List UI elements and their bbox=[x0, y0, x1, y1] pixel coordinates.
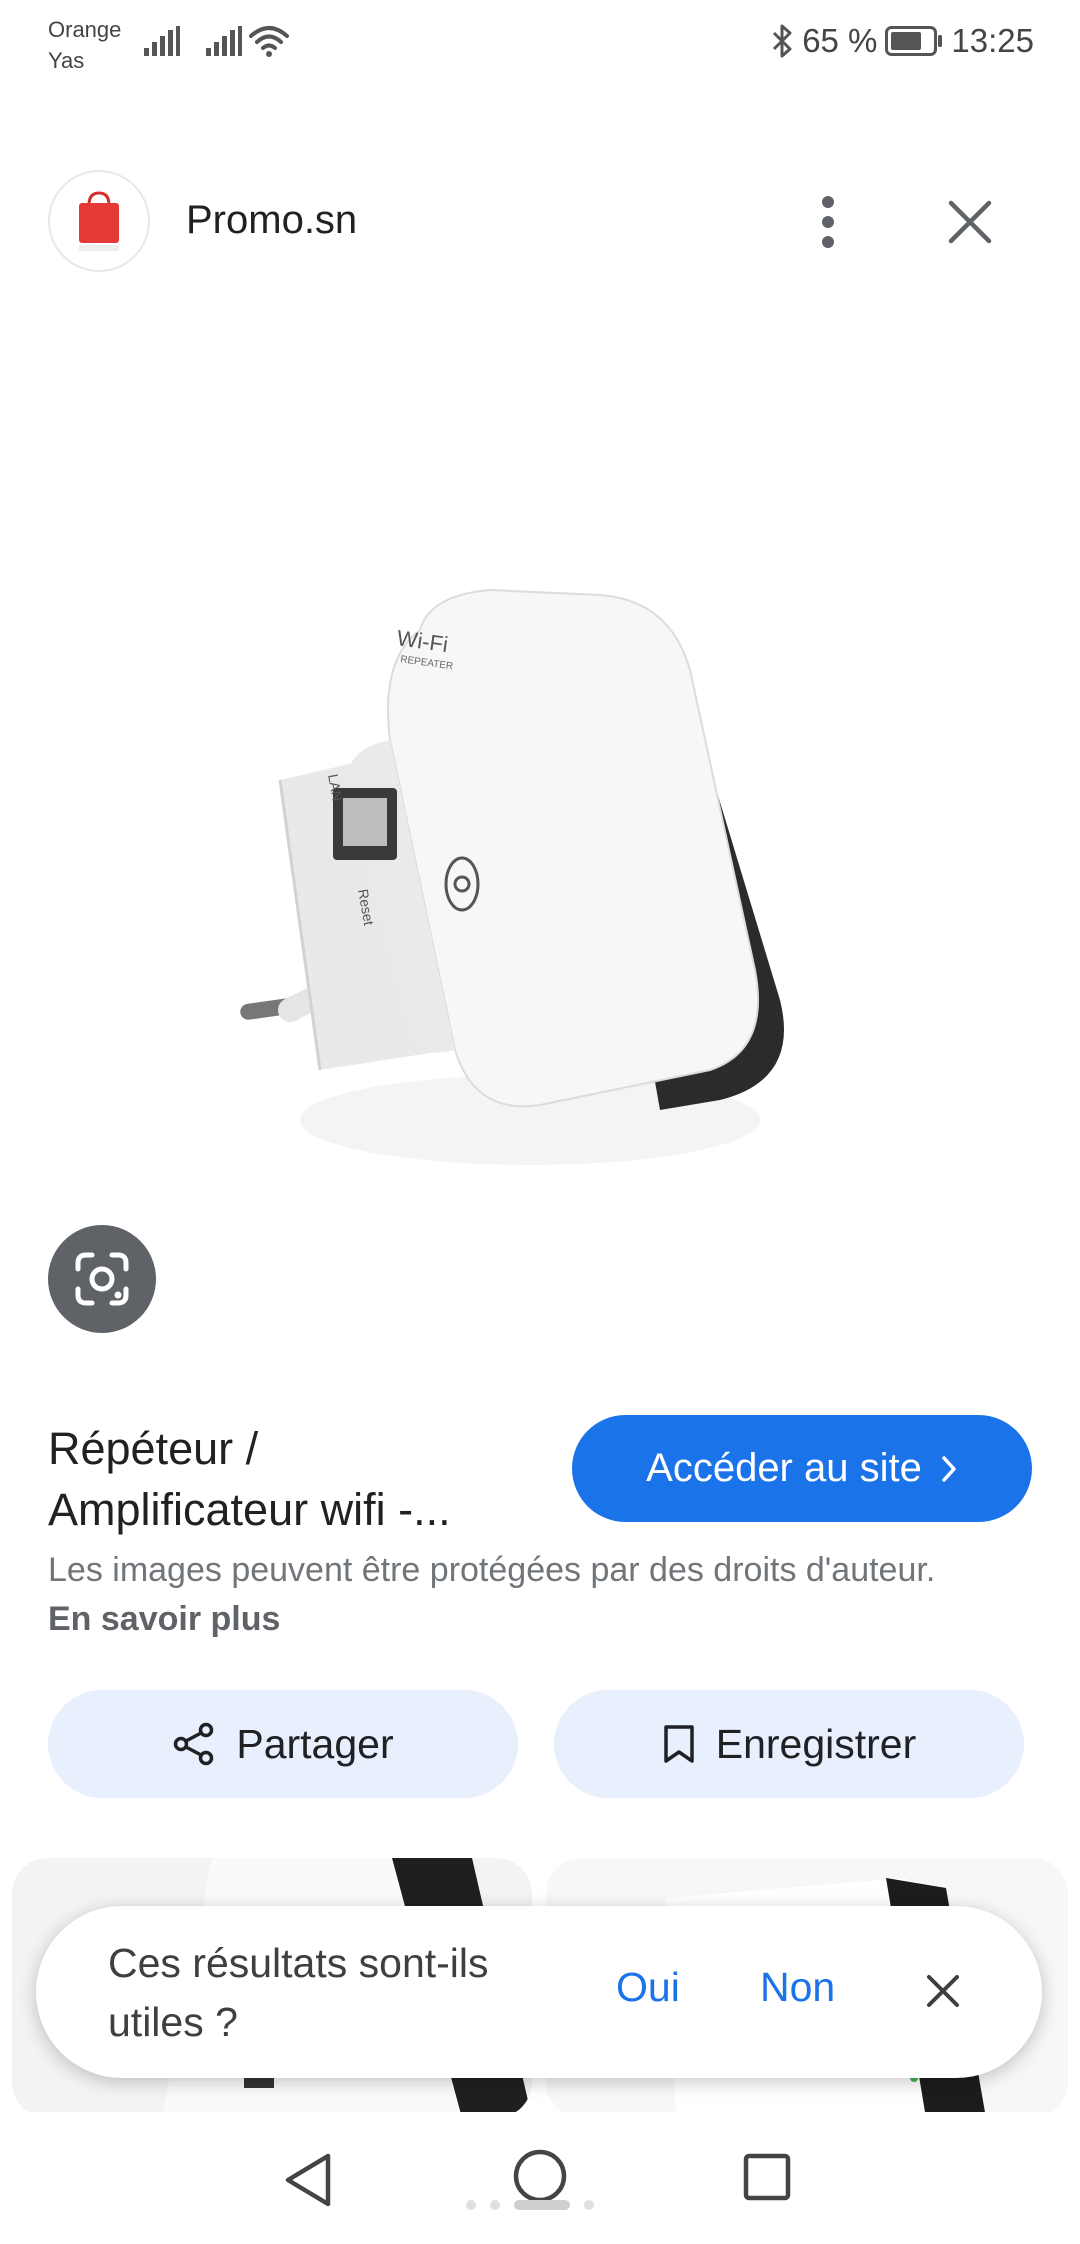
google-lens-button[interactable] bbox=[48, 1225, 156, 1333]
bluetooth-icon bbox=[773, 24, 792, 58]
close-button[interactable] bbox=[940, 192, 1000, 252]
clock: 13:25 bbox=[951, 22, 1034, 59]
feedback-yes-button[interactable]: Oui bbox=[616, 1964, 680, 2011]
feedback-question: Ces résultats sont-ils utiles ? bbox=[108, 1940, 489, 2045]
visit-site-label: Accéder au site bbox=[646, 1446, 922, 1490]
image-title: Répéteur / Amplificateur wifi -... bbox=[48, 1423, 451, 1535]
close-icon bbox=[948, 200, 992, 244]
feedback-prompt: Ces résultats sont-ils utiles ? Oui Non bbox=[36, 1906, 1042, 2078]
visit-site-button[interactable]: Accéder au site bbox=[572, 1415, 1032, 1522]
site-name[interactable]: Promo.sn bbox=[186, 198, 357, 243]
carrier-name: Orange Yas bbox=[48, 17, 122, 73]
feedback-no-button[interactable]: Non bbox=[760, 1964, 835, 2011]
status-bar: Orange Yas 65 % 13:25 bbox=[0, 0, 1080, 90]
feedback-close-button[interactable] bbox=[920, 1968, 966, 2014]
learn-more-link[interactable]: En savoir plus bbox=[48, 1600, 280, 1638]
home-icon[interactable] bbox=[512, 2148, 568, 2204]
recents-icon[interactable] bbox=[742, 2152, 792, 2202]
share-label: Partager bbox=[236, 1720, 394, 1767]
wifi-icon bbox=[249, 26, 289, 57]
system-navigation-bar bbox=[0, 2112, 1080, 2244]
close-icon bbox=[927, 1975, 959, 2007]
more-options-button[interactable] bbox=[800, 188, 856, 256]
product-image[interactable]: LAN Reset Wi-Fi REPEATER bbox=[240, 560, 800, 1200]
shopping-bag-icon bbox=[79, 191, 119, 251]
signal-icon bbox=[144, 26, 180, 56]
back-icon[interactable] bbox=[280, 2150, 336, 2210]
signal-icon bbox=[206, 26, 242, 56]
battery-icon bbox=[885, 26, 943, 56]
save-button[interactable]: Enregistrer bbox=[554, 1690, 1024, 1798]
page-indicator bbox=[466, 2200, 594, 2210]
site-logo[interactable] bbox=[48, 170, 150, 272]
copyright-notice: Les images peuvent être protégées par de… bbox=[48, 1551, 936, 1638]
save-label: Enregistrer bbox=[715, 1720, 917, 1767]
image-viewer-header: Promo.sn bbox=[0, 170, 1080, 274]
share-button[interactable]: Partager bbox=[48, 1690, 518, 1798]
bookmark-icon bbox=[663, 1725, 694, 1763]
chevron-right-icon bbox=[942, 1455, 956, 1482]
battery-percent: 65 % bbox=[802, 22, 878, 59]
google-lens-icon bbox=[75, 1252, 129, 1306]
share-icon bbox=[174, 1722, 214, 1766]
more-vert-icon bbox=[822, 196, 834, 248]
